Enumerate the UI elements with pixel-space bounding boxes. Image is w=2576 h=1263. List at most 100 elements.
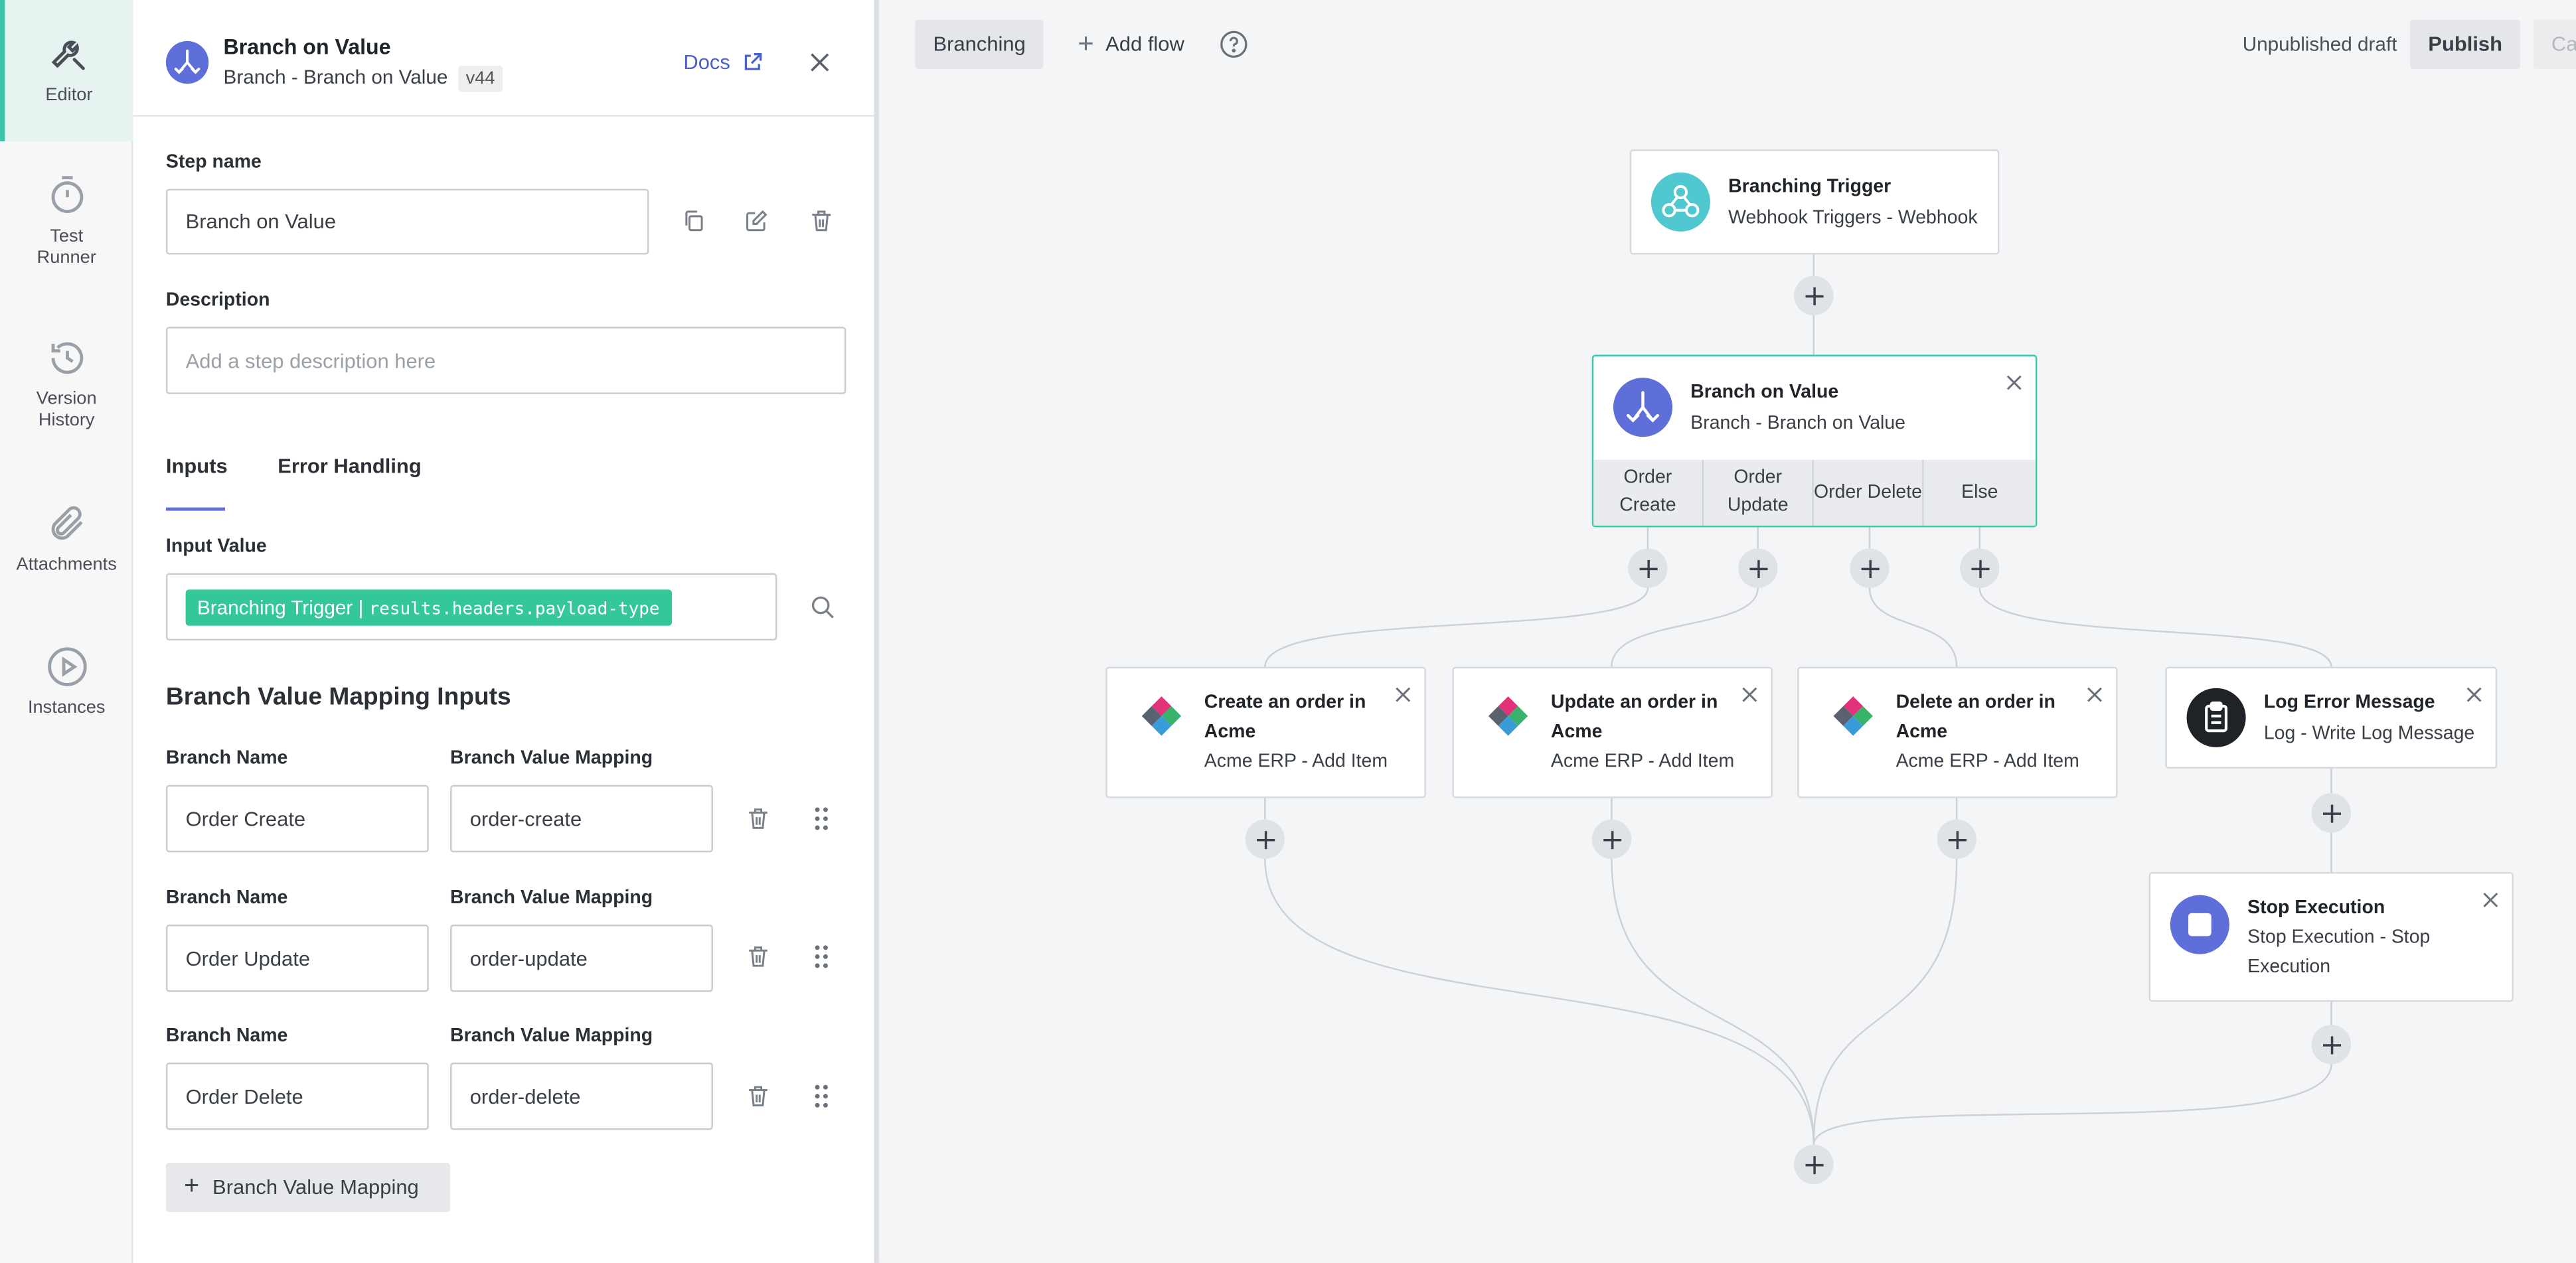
node-stop-execution[interactable]: Stop Execution Stop Execution - Stop Exe… — [2148, 871, 2514, 1002]
description-input[interactable]: Add a step description here — [165, 327, 846, 394]
panel-subtitle-text: Branch - Branch on Value — [223, 65, 448, 89]
branch-name-input[interactable]: Order Create — [165, 784, 429, 853]
branch-icon — [1613, 378, 1673, 437]
node-subtitle: Acme ERP - Add Item — [1204, 752, 1388, 773]
publish-button[interactable]: Publish — [2410, 19, 2521, 69]
node-title: Stop Execution — [2247, 898, 2385, 919]
rail-item-test-runner[interactable]: Test Runner — [0, 174, 133, 267]
input-value-field[interactable]: Branching Trigger | results.headers.payl… — [165, 573, 777, 641]
branch-value-input[interactable]: order-create — [450, 784, 713, 853]
branch-value-label: Branch Value Mapping — [450, 888, 653, 909]
tab-inputs[interactable]: Inputs — [166, 455, 228, 478]
add-mapping-label: Branch Value Mapping — [212, 1175, 419, 1199]
add-step-button[interactable] — [1937, 819, 1976, 859]
add-step-button[interactable] — [1628, 548, 1668, 588]
mapping-section-title: Branch Value Mapping Inputs — [165, 683, 511, 711]
branch-name-label: Branch Name — [165, 888, 288, 909]
add-step-button[interactable] — [1960, 548, 2000, 588]
close-icon[interactable] — [2466, 682, 2482, 711]
branch-cell-else[interactable]: Else — [1923, 459, 2036, 526]
plus-icon: + — [184, 1172, 200, 1201]
docs-link[interactable]: Docs — [683, 51, 762, 74]
branch-cell-order-update[interactable]: Order Update — [1704, 459, 1814, 526]
drag-handle-icon[interactable] — [813, 944, 830, 977]
node-title: Update an order in Acme — [1550, 693, 1718, 743]
branch-value-input[interactable]: order-update — [450, 925, 713, 992]
close-icon[interactable] — [2087, 682, 2103, 711]
node-branching-trigger[interactable]: Branching Trigger Webhook Triggers - Web… — [1629, 149, 2000, 255]
wrench-icon — [51, 40, 85, 70]
branch-value-input[interactable]: order-delete — [450, 1063, 713, 1130]
status-text: Unpublished draft — [2242, 33, 2397, 56]
node-update-order[interactable]: Update an order in Acme Acme ERP - Add I… — [1452, 666, 1773, 798]
rail-item-editor[interactable]: Editor — [0, 0, 133, 141]
flow-tab-branching[interactable]: Branching — [915, 19, 1044, 69]
tab-error-handling[interactable]: Error Handling — [278, 455, 422, 478]
branch-name-input[interactable]: Order Update — [165, 925, 429, 992]
acme-erp-icon — [1483, 692, 1532, 741]
add-flow-button[interactable]: + Add flow — [1060, 20, 1202, 69]
close-icon[interactable] — [1741, 682, 1758, 711]
stopwatch-icon — [50, 176, 83, 214]
cancel-button[interactable]: Ca — [2533, 19, 2576, 69]
step-name-input[interactable]: Branch on Value — [165, 188, 649, 255]
rail-item-instances[interactable]: Instances — [0, 645, 133, 718]
search-icon[interactable] — [810, 595, 835, 627]
close-panel-icon[interactable] — [808, 51, 831, 82]
drag-handle-icon[interactable] — [813, 806, 830, 839]
panel-title: Branch on Value — [223, 34, 391, 60]
branch-cell-order-delete[interactable]: Order Delete — [1813, 459, 1924, 526]
acme-erp-icon — [1137, 692, 1186, 741]
close-icon[interactable] — [1395, 682, 1411, 711]
webhook-icon — [1650, 172, 1710, 232]
rail-item-label: Version History — [36, 389, 97, 430]
input-value-label: Input Value — [165, 537, 267, 557]
add-step-button[interactable] — [1794, 1144, 1834, 1185]
external-link-icon — [744, 53, 762, 70]
branch-cell-order-create[interactable]: Order Create — [1593, 459, 1704, 526]
node-delete-order[interactable]: Delete an order in Acme Acme ERP - Add I… — [1797, 666, 2118, 798]
add-step-button[interactable] — [1850, 548, 1890, 588]
add-step-button[interactable] — [1591, 819, 1632, 859]
trash-icon[interactable] — [810, 208, 833, 241]
rail-item-version-history[interactable]: Version History — [0, 336, 133, 430]
rail-item-label: Test Runner — [37, 226, 96, 267]
add-step-button[interactable] — [2311, 793, 2352, 833]
trash-icon[interactable] — [748, 806, 769, 839]
rail-item-label: Instances — [27, 698, 106, 718]
rail-item-label: Editor — [45, 85, 93, 106]
node-create-order[interactable]: Create an order in Acme Acme ERP - Add I… — [1105, 666, 1426, 798]
rail-item-attachments[interactable]: Attachments — [0, 502, 133, 575]
pill-path: results.headers.payload-type — [368, 598, 660, 619]
plus-icon: + — [1078, 28, 1094, 60]
branch-value-label: Branch Value Mapping — [450, 1026, 653, 1047]
step-config-panel: Branch on Value Branch - Branch on Value… — [133, 0, 879, 1263]
node-title: Log Error Message — [2263, 693, 2435, 713]
node-subtitle: Acme ERP - Add Item — [1895, 752, 2079, 773]
help-icon[interactable] — [1219, 30, 1249, 68]
close-icon[interactable] — [2006, 370, 2022, 400]
branch-name-label: Branch Name — [165, 1026, 288, 1047]
branch-icon — [165, 40, 209, 84]
left-rail: Editor Test Runner Version History Attac… — [0, 0, 133, 1263]
add-step-button[interactable] — [1245, 819, 1285, 859]
edit-icon[interactable] — [744, 208, 769, 241]
node-subtitle: Log - Write Log Message — [2263, 724, 2475, 744]
node-log-error[interactable]: Log Error Message Log - Write Log Messag… — [2165, 666, 2498, 769]
copy-icon[interactable] — [682, 208, 706, 241]
add-mapping-button[interactable]: + Branch Value Mapping — [165, 1162, 451, 1213]
add-flow-label: Add flow — [1105, 33, 1184, 56]
drag-handle-icon[interactable] — [813, 1084, 830, 1116]
branch-name-input[interactable]: Order Delete — [165, 1063, 429, 1130]
add-step-button[interactable] — [2311, 1025, 2352, 1065]
add-step-button[interactable] — [1738, 548, 1778, 588]
trash-icon[interactable] — [748, 1084, 769, 1116]
description-label: Description — [165, 290, 270, 311]
paperclip-icon — [50, 506, 82, 540]
node-subtitle: Webhook Triggers - Webhook — [1728, 208, 1978, 228]
close-icon[interactable] — [2482, 887, 2499, 917]
trash-icon[interactable] — [748, 944, 769, 977]
add-step-button[interactable] — [1794, 275, 1834, 316]
flow-canvas[interactable]: Branching + Add flow Unpublished draft P… — [884, 0, 2576, 1263]
reference-pill[interactable]: Branching Trigger | results.headers.payl… — [185, 589, 671, 625]
